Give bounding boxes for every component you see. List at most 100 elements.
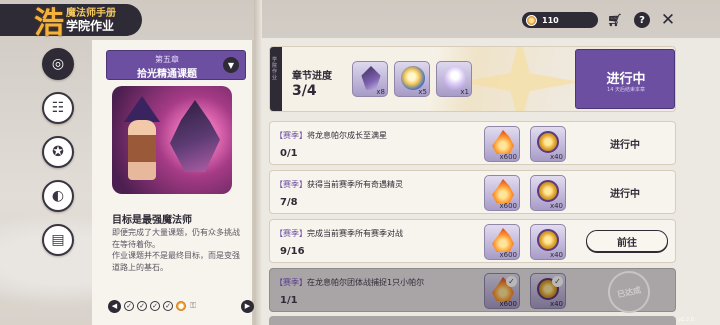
- orb-icon: [401, 66, 425, 90]
- banner-vertical-text: 学院作业: [272, 57, 278, 81]
- chevron-down-icon[interactable]: ▼: [223, 57, 239, 73]
- reward-fire: x600 ✓: [484, 273, 520, 309]
- reward-count: x1: [460, 88, 469, 96]
- sidebar-item-cards[interactable]: ▤: [42, 224, 74, 256]
- reward-count: x600: [499, 202, 517, 210]
- fire-icon: [492, 228, 514, 252]
- chapter-status-sub: 14 天后结束本章: [607, 87, 645, 93]
- reward-count: x600: [499, 300, 517, 308]
- reward-crystal[interactable]: x8: [352, 61, 388, 97]
- task-title: 【赛季】将龙息帕尔成长至满星: [275, 130, 387, 141]
- task-tag: 【赛季】: [275, 229, 307, 238]
- task-row-completed: 【赛季】在龙息帕尔团体战捕捉1只小帕尔 1/1 x600 ✓ x40 ✓ 已达成: [269, 267, 676, 317]
- reward-coin[interactable]: x40: [530, 224, 566, 260]
- panel-divider: [254, 0, 262, 325]
- task-rewards: x600 x40: [484, 126, 570, 162]
- cards-icon: ▤: [51, 232, 65, 248]
- task-title: 【赛季】获得当前赛季所有奇遇精灵: [275, 179, 403, 190]
- check-icon: ✓: [552, 276, 563, 287]
- task-row: 【赛季】获得当前赛季所有奇遇精灵 7/8 x600 x40 进行中: [269, 170, 676, 214]
- next-page-icon[interactable]: ▶: [241, 299, 254, 313]
- target-icon: ◎: [51, 56, 65, 72]
- task-title: 【赛季】在龙息帕尔团体战捕捉1只小帕尔: [275, 277, 424, 288]
- reward-count: x40: [549, 300, 563, 308]
- page-dot-done[interactable]: ✓: [137, 301, 147, 311]
- task-rewards: x600 ✓ x40 ✓: [484, 273, 570, 309]
- lock-icon: ⚿: [190, 301, 197, 310]
- goto-button[interactable]: 前往: [586, 230, 668, 252]
- reward-count: x5: [418, 88, 427, 96]
- reward-coin[interactable]: x40: [530, 175, 566, 211]
- task-progress: 1/1: [280, 295, 298, 306]
- sidebar-item-book[interactable]: ☷: [42, 92, 74, 124]
- page-dot-current[interactable]: ●: [176, 301, 186, 311]
- spirit-icon: [444, 66, 466, 90]
- currency-value: 110: [542, 15, 559, 25]
- chapter-name: 拾光精通课题: [137, 69, 197, 80]
- help-icon[interactable]: ?: [634, 12, 650, 28]
- chapter-desc-line: 即便完成了大量课题，仍有众多挑战在等待着你。: [112, 228, 240, 249]
- sidebar-item-pet[interactable]: ◐: [42, 180, 74, 212]
- fire-icon: [492, 179, 514, 203]
- logo-text: 魔法师手册 学院作业: [66, 7, 116, 33]
- task-rewards: x600 x40: [484, 175, 570, 211]
- reward-coin[interactable]: x40: [530, 126, 566, 162]
- sidebar-item-tasks[interactable]: ◎: [42, 48, 74, 80]
- fire-icon: [492, 130, 514, 154]
- crystal-icon: [361, 66, 381, 90]
- gem-coin-icon: [526, 14, 537, 26]
- reward-count: x40: [549, 202, 563, 210]
- page-dot-done[interactable]: ✓: [163, 301, 173, 311]
- task-text: 完成当前赛季所有赛季对战: [307, 229, 403, 238]
- chapter-desc-line: 作业课题并不是最终目标，而是变强道路上的基石。: [112, 251, 240, 272]
- reward-count: x40: [549, 251, 563, 259]
- chapter-progress-banner: 学院作业 章节进度 3/4 x8 x5 x1 进行中 14 天后结束本章: [269, 46, 676, 112]
- chapter-description: 即便完成了大量课题，仍有众多挑战在等待着你。 作业课题并不是最终目标，而是变强道…: [112, 227, 244, 273]
- pet-ball-icon: ◐: [51, 188, 65, 204]
- crystal-art: [170, 100, 220, 172]
- chapter-selector[interactable]: 第五章 拾光精通课题 ▼: [106, 50, 246, 80]
- logo-line2: 学院作业: [66, 19, 115, 33]
- task-state: 进行中: [610, 189, 640, 200]
- task-rewards: x600 x40: [484, 224, 570, 260]
- logo-mark: 浩: [34, 6, 64, 41]
- reward-fire[interactable]: x600: [484, 175, 520, 211]
- book-icon: ☷: [51, 100, 65, 116]
- check-icon: ✓: [506, 276, 517, 287]
- sidebar: ◎ ☷ ✪ ◐ ▤: [42, 48, 76, 268]
- reward-fire[interactable]: x600: [484, 126, 520, 162]
- task-tag: 【赛季】: [275, 131, 307, 140]
- chapter-progress-value: 3/4: [292, 83, 317, 99]
- task-progress: 7/8: [280, 197, 298, 208]
- task-row-partial: [269, 316, 676, 325]
- chapter-number: 第五章: [155, 55, 179, 64]
- chapter-pager: ◀ ✓ ✓ ✓ ✓ ● ⚿ ▶: [108, 298, 254, 314]
- task-progress: 9/16: [280, 246, 305, 257]
- coin-icon: [537, 180, 559, 202]
- page-dot-done[interactable]: ✓: [150, 301, 160, 311]
- task-text: 将龙息帕尔成长至满星: [307, 131, 387, 140]
- coin-icon: [537, 229, 559, 251]
- chapter-status-label: 进行中: [606, 72, 646, 87]
- task-title: 【赛季】完成当前赛季所有赛季对战: [275, 228, 403, 239]
- task-text: 在龙息帕尔团体战捕捉1只小帕尔: [307, 278, 425, 287]
- reward-count: x40: [549, 153, 563, 161]
- reward-count: x8: [376, 88, 385, 96]
- medal-icon: ✪: [52, 144, 64, 160]
- chapter-progress-label: 章节进度: [292, 71, 332, 82]
- sidebar-item-medal[interactable]: ✪: [42, 136, 74, 168]
- shop-cart-icon[interactable]: 🛒︎: [607, 12, 623, 28]
- reward-orb[interactable]: x5: [394, 61, 430, 97]
- reward-fire[interactable]: x600: [484, 224, 520, 260]
- witch-figure-art: [128, 120, 156, 180]
- witch-hat-art: [124, 96, 160, 122]
- currency-display: 110: [522, 12, 598, 28]
- close-icon[interactable]: ✕: [660, 10, 676, 30]
- prev-page-icon[interactable]: ◀: [108, 299, 121, 313]
- version-text: v1.2.0: [678, 317, 694, 323]
- chapter-panel: 第五章 拾光精通课题 ▼ 目标是最强魔法师 即便完成了大量课题，仍有众多挑战在等…: [92, 40, 254, 325]
- task-tag: 【赛季】: [275, 278, 307, 287]
- completed-stamp: 已达成: [604, 267, 654, 317]
- page-dot-done[interactable]: ✓: [124, 301, 134, 311]
- reward-spirit[interactable]: x1: [436, 61, 472, 97]
